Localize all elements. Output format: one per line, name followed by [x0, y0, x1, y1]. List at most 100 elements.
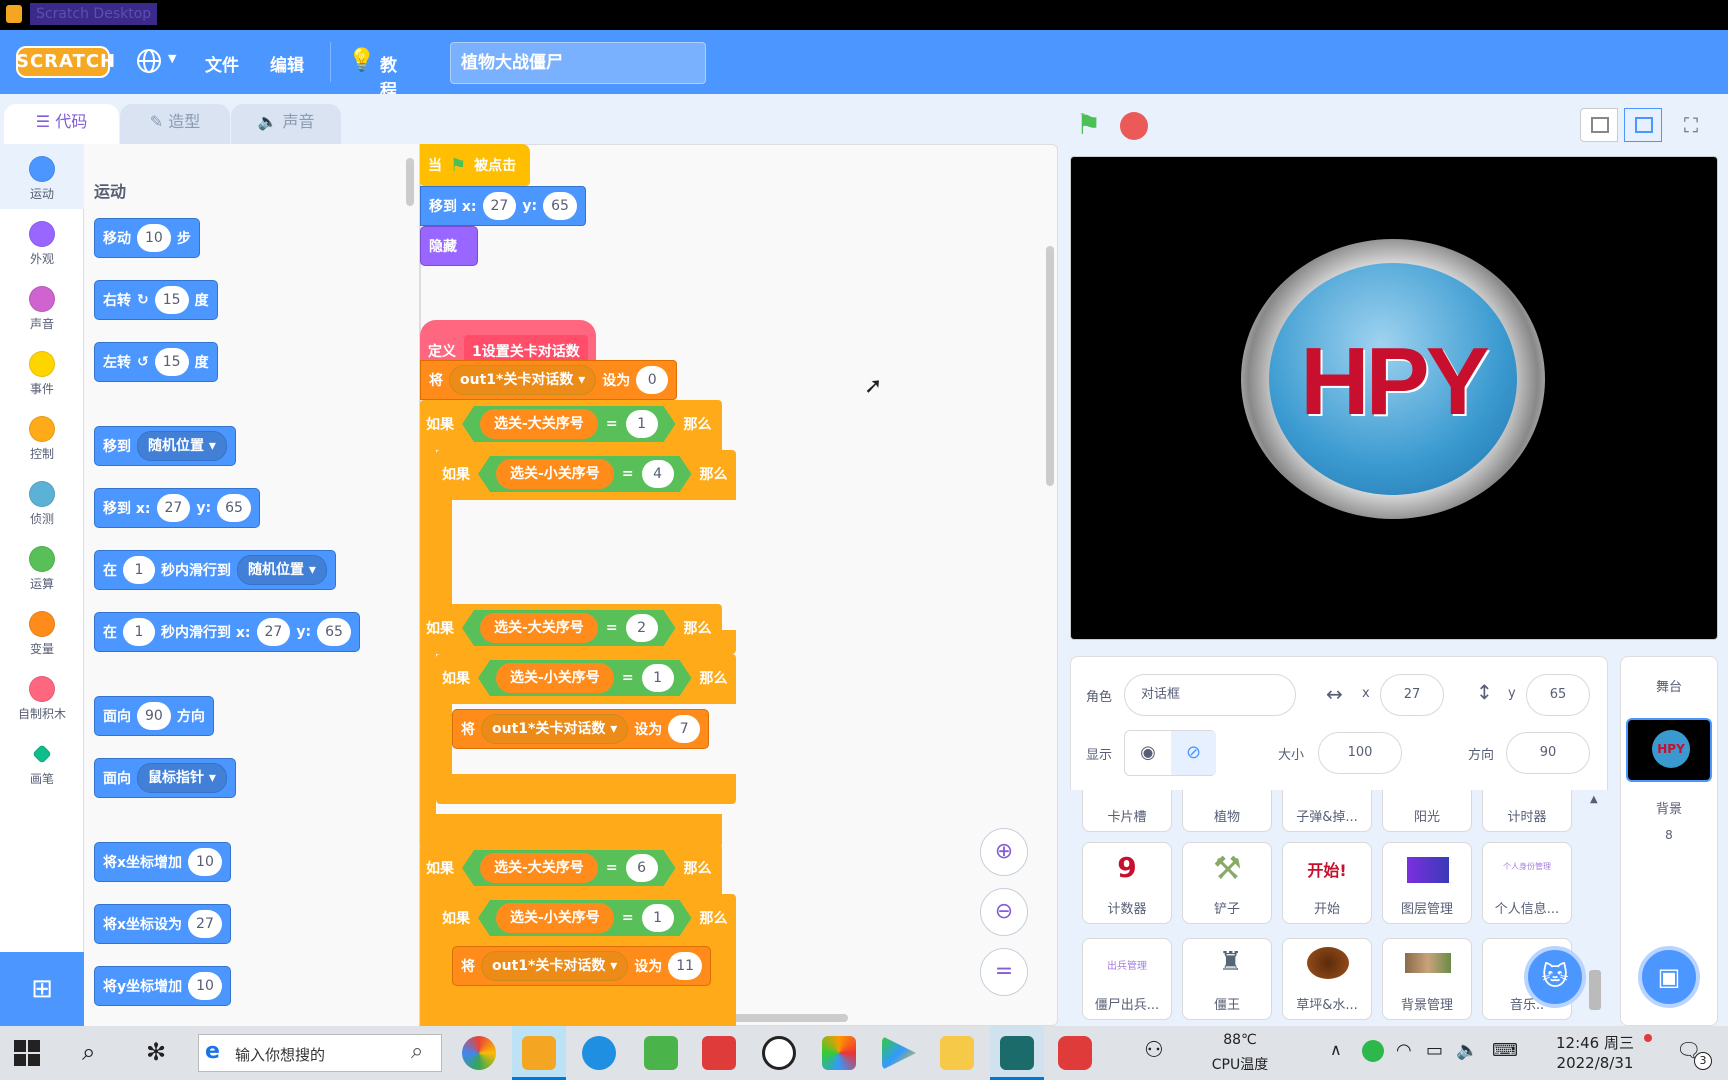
- category-sensing[interactable]: 侦测: [2, 475, 82, 537]
- photos-app-icon[interactable]: [822, 1036, 856, 1070]
- sprite-tile[interactable]: 出兵管理 僵尸出兵...: [1082, 938, 1172, 1020]
- var-dropdown[interactable]: out1*关卡对话数 ▾: [449, 365, 597, 395]
- sprite-tile[interactable]: 卡片槽: [1082, 790, 1172, 832]
- category-motion[interactable]: 运动: [2, 150, 82, 212]
- taskbar-search-box[interactable]: e 输入你想搜的 ⌕: [198, 1034, 442, 1072]
- value-input[interactable]: 6: [626, 854, 658, 882]
- sprite-tile[interactable]: 开始! 开始: [1282, 842, 1372, 924]
- wps-icon[interactable]: [1058, 1036, 1092, 1070]
- wifi-icon[interactable]: ◠: [1396, 1040, 1412, 1061]
- block-goto[interactable]: 移到 随机位置 ▾: [94, 426, 236, 466]
- chevron-up-icon[interactable]: ∧: [1330, 1040, 1342, 1059]
- block-glide-to[interactable]: 在 1 秒内滑行到 随机位置 ▾: [94, 550, 336, 590]
- category-pen[interactable]: 画笔: [2, 735, 82, 797]
- when-flag-clicked-block[interactable]: 当 ⚑ 被点击: [420, 144, 530, 186]
- pinwheel-icon[interactable]: ✻: [146, 1038, 166, 1066]
- value-input[interactable]: 1: [626, 410, 658, 438]
- globe-icon[interactable]: ▼: [136, 48, 176, 78]
- map-app-icon[interactable]: [644, 1036, 678, 1070]
- menu-edit[interactable]: 编辑: [270, 51, 304, 76]
- zoom-reset-button[interactable]: =: [980, 948, 1028, 996]
- add-extension-button[interactable]: ⊞: [0, 952, 84, 1026]
- value-input[interactable]: 2: [626, 614, 658, 642]
- var-dropdown[interactable]: out1*关卡对话数 ▾: [481, 951, 629, 981]
- category-events[interactable]: 事件: [2, 345, 82, 407]
- sprite-tile[interactable]: 9 计数器: [1082, 842, 1172, 924]
- script-set-var-0[interactable]: 将 out1*关卡对话数 ▾ 设为 0: [420, 360, 678, 400]
- play-store-icon[interactable]: [882, 1036, 916, 1070]
- sprite-tile[interactable]: 草坪&水...: [1282, 938, 1372, 1020]
- large-stage-button[interactable]: [1624, 108, 1662, 142]
- category-variables[interactable]: 变量: [2, 605, 82, 667]
- equals-operator[interactable]: 选关-大关序号 = 1: [462, 406, 676, 442]
- x-set-input[interactable]: 27: [188, 910, 222, 938]
- keyboard-icon[interactable]: ⌨: [1492, 1040, 1518, 1061]
- value-input[interactable]: 1: [642, 904, 674, 932]
- category-operators[interactable]: 运算: [2, 540, 82, 602]
- block-change-x[interactable]: 将x坐标增加 10: [94, 842, 231, 882]
- red-app-icon[interactable]: [702, 1036, 736, 1070]
- y-change-input[interactable]: 10: [188, 972, 222, 1000]
- block-change-y[interactable]: 将y坐标增加 10: [94, 966, 231, 1006]
- seconds-input[interactable]: 1: [123, 556, 155, 584]
- variable-reporter[interactable]: 选关-大关序号: [480, 613, 598, 643]
- menu-file[interactable]: 文件: [205, 51, 239, 76]
- variable-reporter[interactable]: 选关-大关序号: [480, 409, 598, 439]
- x-input[interactable]: 27: [156, 494, 191, 522]
- value-input[interactable]: 4: [642, 460, 674, 488]
- block-glide-xy[interactable]: 在 1 秒内滑行到 x: 27 y: 65: [94, 612, 360, 652]
- small-stage-button[interactable]: [1580, 108, 1618, 142]
- sprite-tile[interactable]: 计时器: [1482, 790, 1572, 832]
- variable-reporter[interactable]: 选关-小关序号: [496, 459, 614, 489]
- windows-start-icon[interactable]: [14, 1040, 40, 1066]
- sprite-x-input[interactable]: 27: [1380, 674, 1444, 716]
- seconds-input[interactable]: 1: [123, 618, 155, 646]
- steps-input[interactable]: 10: [137, 224, 171, 252]
- stage-canvas[interactable]: HPY: [1070, 156, 1718, 640]
- sprite-tile[interactable]: 背景管理: [1382, 938, 1472, 1020]
- value-input[interactable]: 0: [636, 366, 669, 394]
- x-input[interactable]: 27: [482, 192, 517, 220]
- sprite-name-input[interactable]: 对话框: [1124, 674, 1296, 716]
- add-sprite-button[interactable]: 🐱: [1524, 946, 1586, 1008]
- people-icon[interactable]: ⚇: [1144, 1038, 1164, 1063]
- goto-dropdown[interactable]: 随机位置 ▾: [137, 431, 227, 461]
- file-explorer-icon[interactable]: [940, 1036, 974, 1070]
- category-looks[interactable]: 外观: [2, 215, 82, 277]
- value-input[interactable]: 1: [642, 664, 674, 692]
- towards-dropdown[interactable]: 鼠标指针 ▾: [137, 763, 227, 793]
- scratch-logo[interactable]: SCRATCH: [16, 46, 115, 78]
- chrome-icon[interactable]: [462, 1036, 496, 1070]
- script-vscrollbar[interactable]: [1046, 246, 1054, 486]
- taskbar-app-active-2[interactable]: [990, 1026, 1044, 1080]
- sprite-tile[interactable]: 子弹&掉...: [1282, 790, 1372, 832]
- stop-button[interactable]: [1120, 112, 1148, 140]
- add-backdrop-button[interactable]: ▣: [1638, 946, 1700, 1008]
- record-app-icon[interactable]: [762, 1036, 796, 1070]
- sprite-tile[interactable]: 阳光: [1382, 790, 1472, 832]
- x-change-input[interactable]: 10: [188, 848, 222, 876]
- project-title-input[interactable]: 植物大战僵尸: [450, 42, 706, 84]
- sprite-list-scrollbar[interactable]: ▲: [1588, 794, 1602, 1022]
- variable-reporter[interactable]: 选关-小关序号: [496, 903, 614, 933]
- category-my-blocks[interactable]: 自制积木: [2, 670, 82, 732]
- value-input[interactable]: 7: [668, 715, 701, 743]
- block-set-x[interactable]: 将x坐标设为 27: [94, 904, 231, 944]
- battery-icon[interactable]: ▭: [1426, 1040, 1443, 1061]
- script-hide-block[interactable]: 隐藏: [420, 226, 478, 266]
- sprite-y-input[interactable]: 65: [1526, 674, 1590, 716]
- sprite-tile[interactable]: ⚒ 铲子: [1182, 842, 1272, 924]
- equals-operator[interactable]: 选关-大关序号 = 6: [462, 850, 676, 886]
- var-dropdown[interactable]: out1*关卡对话数 ▾: [481, 714, 629, 744]
- clock-time[interactable]: 12:46 周三: [1540, 1032, 1650, 1053]
- taskbar-active-app[interactable]: [512, 1026, 566, 1080]
- equals-operator[interactable]: 选关-小关序号 = 1: [478, 900, 692, 936]
- zoom-in-button[interactable]: ⊕: [980, 828, 1028, 876]
- variable-reporter[interactable]: 选关-大关序号: [480, 853, 598, 883]
- value-input[interactable]: 11: [668, 952, 703, 980]
- palette-scrollbar[interactable]: [406, 158, 414, 206]
- degrees-input[interactable]: 15: [154, 348, 189, 376]
- y-input[interactable]: 65: [217, 494, 251, 522]
- category-sound[interactable]: 声音: [2, 280, 82, 342]
- fullscreen-button[interactable]: ⛶: [1672, 108, 1710, 142]
